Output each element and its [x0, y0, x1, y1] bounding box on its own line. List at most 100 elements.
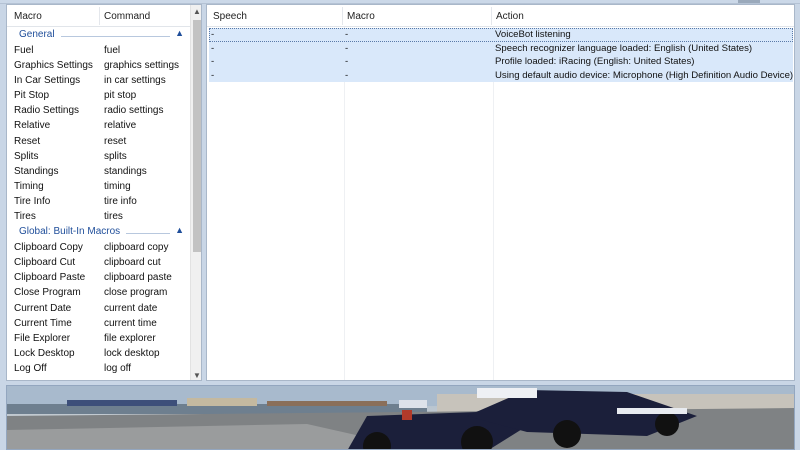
macro-command: log off — [104, 362, 132, 374]
list-item[interactable]: Clipboard Cut clipboard cut — [7, 255, 190, 270]
column-header-macro[interactable]: Macro — [14, 11, 42, 22]
list-item[interactable]: Reset reset — [7, 134, 190, 149]
table-row[interactable]: - - Profile loaded: iRacing (English: Unit… — [209, 55, 793, 69]
list-item[interactable]: Clipboard Paste clipboard paste — [7, 270, 190, 285]
macro-list-scrollbar[interactable]: ▲ ▼ — [190, 5, 201, 380]
macro-list: General ▲ Fuel fuel Graphics Settings graphic… — [7, 27, 190, 380]
scrollbar-thumb[interactable] — [193, 20, 201, 252]
list-item[interactable]: Graphics Settings graphics settings — [7, 58, 190, 73]
macro-command: relative — [104, 120, 137, 132]
macro-name: Clipboard Copy — [14, 242, 83, 254]
macro-command: current date — [104, 302, 158, 314]
macro-name: Graphics Settings — [14, 60, 93, 72]
macro-name: Standings — [14, 165, 59, 177]
macro-command: clipboard cut — [104, 257, 161, 269]
list-item[interactable]: Clipboard Copy clipboard copy — [7, 240, 190, 255]
activity-log-header: Speech Macro Action — [207, 5, 794, 27]
log-cell-speech: - — [211, 29, 215, 40]
log-cell-speech: - — [211, 42, 215, 54]
chevron-up-icon[interactable]: ▲ — [175, 225, 184, 235]
macro-name: File Explorer — [14, 332, 71, 344]
window-control-stub — [738, 0, 760, 3]
group-header[interactable]: Global: Built-In Macros ▲ — [7, 224, 190, 240]
macro-command: clipboard paste — [104, 272, 172, 284]
macro-command: lock desktop — [104, 347, 160, 359]
macro-command: splits — [104, 150, 127, 162]
column-header-speech[interactable]: Speech — [213, 11, 247, 22]
log-cell-action: Profile loaded: iRacing (English: United… — [495, 56, 695, 68]
group-divider-line — [61, 36, 170, 37]
table-row[interactable]: - - Speech recognizer language loaded: Eng… — [209, 41, 793, 56]
list-item[interactable]: Tires tires — [7, 209, 190, 224]
macro-name: Pit Stop — [14, 90, 50, 102]
macro-name: Log Off — [14, 362, 47, 374]
group-divider-line — [126, 233, 170, 235]
list-item[interactable]: Lock Desktop lock desktop — [7, 346, 190, 361]
group-title: General — [19, 29, 55, 40]
macro-command: reset — [104, 135, 127, 147]
log-cell-speech: - — [211, 56, 215, 68]
activity-log-rows: - - VoiceBot listening - - Speech recognizer … — [209, 28, 794, 83]
column-separator[interactable] — [99, 7, 100, 25]
list-item[interactable]: Close Program close program — [7, 285, 190, 300]
list-item[interactable]: File Explorer file explorer — [7, 331, 190, 346]
activity-log-pane: Speech Macro Action - - VoiceBot listening… — [206, 4, 795, 381]
macro-list-pane: Macro Command General ▲ Fuel fuel Graphics S… — [6, 4, 202, 381]
macro-name: Clipboard Paste — [14, 272, 86, 284]
race-car-banner-image — [6, 385, 795, 450]
macro-command: close program — [104, 287, 168, 299]
log-cell-action: Speech recognizer language loaded: Engli… — [495, 42, 753, 54]
scroll-up-arrow-icon[interactable]: ▲ — [193, 7, 201, 16]
macro-command: radio settings — [104, 105, 164, 117]
macro-name: Close Program — [14, 287, 81, 299]
column-header-action[interactable]: Action — [496, 11, 524, 22]
list-item[interactable]: Splits splits — [7, 149, 190, 164]
list-item[interactable]: Pit Stop pit stop — [7, 88, 190, 103]
log-cell-action: VoiceBot listening — [495, 29, 571, 40]
scroll-down-arrow-icon[interactable]: ▼ — [193, 371, 201, 380]
macro-command: tires — [104, 211, 123, 223]
table-row[interactable]: - - Using default audio device: Microphone… — [209, 68, 794, 83]
macro-command: in car settings — [104, 75, 166, 87]
list-item[interactable]: Radio Settings radio settings — [7, 103, 190, 118]
chevron-up-icon[interactable]: ▲ — [175, 28, 184, 38]
list-item[interactable]: Standings standings — [7, 164, 190, 179]
column-separator[interactable] — [342, 7, 343, 25]
macro-command: fuel — [104, 45, 121, 56]
macro-name: Fuel — [14, 45, 34, 56]
list-item[interactable]: Fuel fuel — [7, 43, 190, 58]
macro-command: graphics settings — [104, 60, 180, 72]
list-item[interactable]: Relative relative — [7, 118, 190, 133]
macro-name: Current Date — [14, 302, 72, 314]
list-item[interactable]: Tire Info tire info — [7, 194, 190, 209]
macro-name: Tires — [14, 211, 36, 223]
macro-command: current time — [104, 317, 157, 329]
list-item[interactable]: Log Off log off — [7, 361, 190, 376]
table-row[interactable]: - - VoiceBot listening — [209, 28, 793, 42]
macro-name: Relative — [14, 120, 51, 132]
group-header[interactable]: General ▲ — [7, 27, 190, 43]
group-title: Global: Built-In Macros — [19, 226, 121, 238]
banner-illustration — [7, 386, 794, 449]
log-cell-macro: - — [345, 69, 349, 81]
macro-command: standings — [104, 165, 147, 177]
log-cell-macro: - — [345, 56, 349, 68]
list-item[interactable]: In Car Settings in car settings — [7, 73, 190, 88]
macro-name: Lock Desktop — [14, 347, 75, 359]
macro-name: Splits — [14, 150, 39, 162]
macro-name: Current Time — [14, 317, 72, 329]
macro-command: pit stop — [104, 90, 137, 102]
macro-name: Reset — [14, 135, 41, 147]
column-header-command[interactable]: Command — [104, 11, 150, 22]
list-item[interactable]: Current Time current time — [7, 316, 190, 331]
log-cell-action: Using default audio device: Microphone (… — [495, 69, 794, 81]
column-separator[interactable] — [491, 7, 492, 25]
macro-name: Timing — [14, 180, 44, 192]
macro-list-header: Macro Command — [7, 5, 190, 27]
macro-name: In Car Settings — [14, 75, 81, 87]
column-header-macro[interactable]: Macro — [347, 11, 375, 22]
list-item[interactable]: Current Date current date — [7, 301, 190, 316]
log-cell-speech: - — [211, 69, 215, 81]
list-item[interactable]: Timing timing — [7, 179, 190, 194]
log-cell-macro: - — [345, 42, 349, 54]
